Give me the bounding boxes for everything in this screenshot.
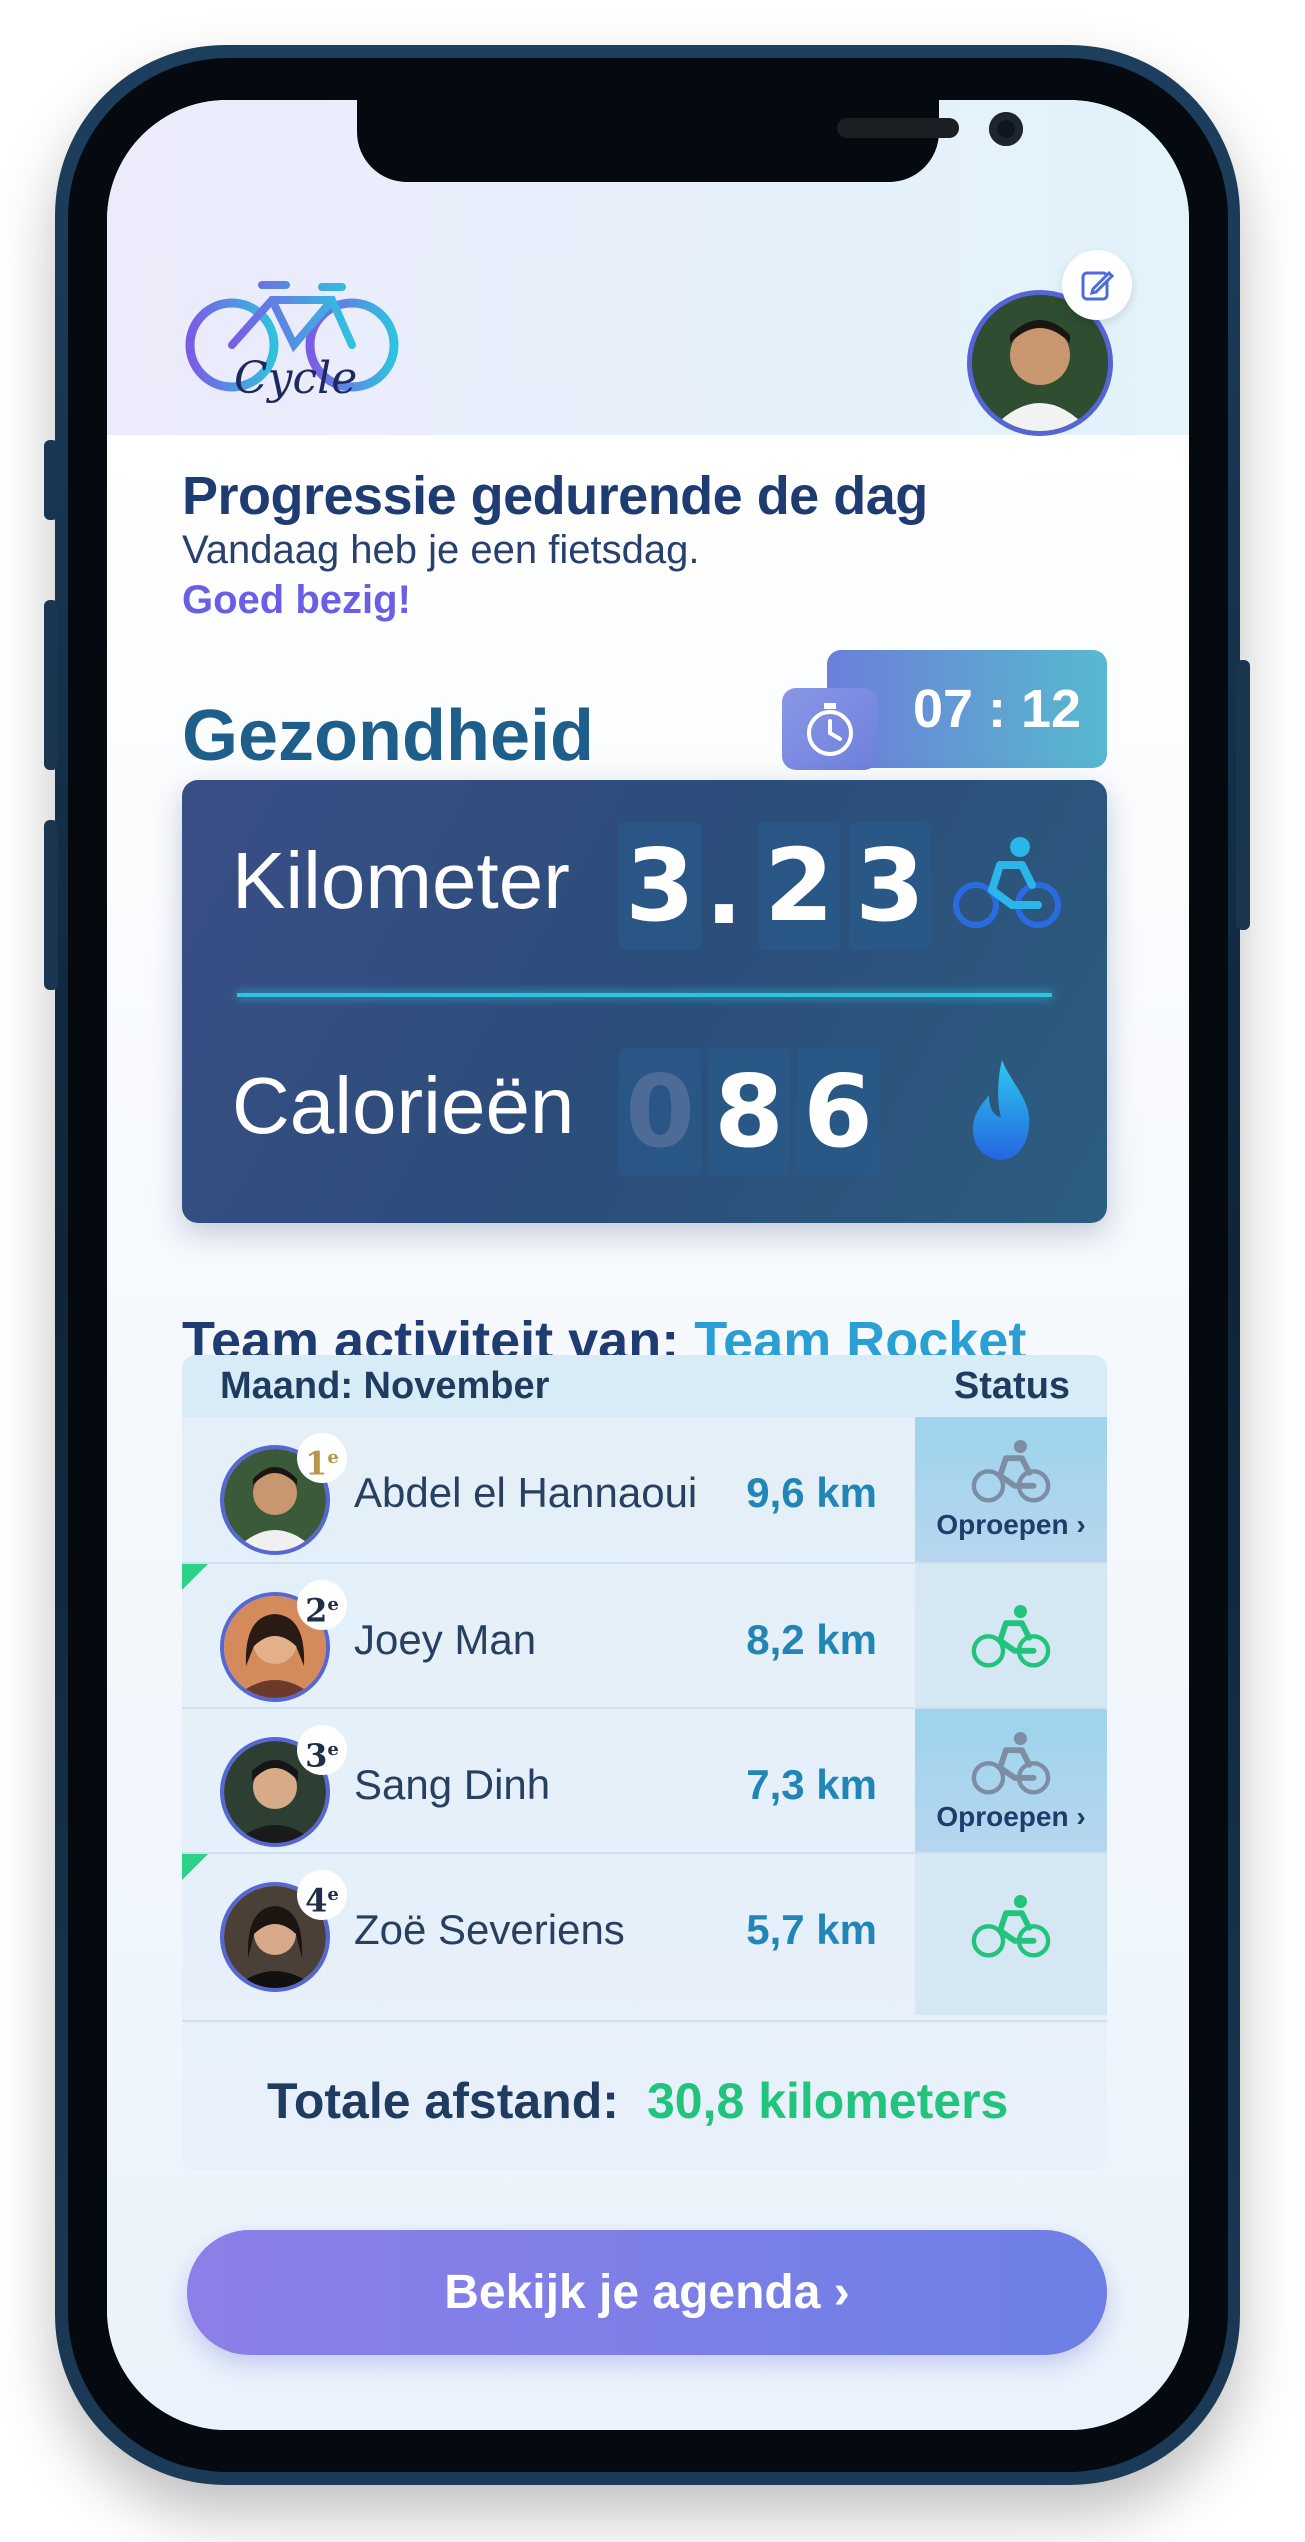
call-button[interactable]: Oproepen ›	[915, 1709, 1107, 1854]
bicycle-logo-icon: Cycle	[185, 281, 399, 404]
call-label: Oproepen ›	[936, 1800, 1086, 1832]
status-header: Status	[953, 1365, 1071, 1407]
new-indicator	[182, 1564, 208, 1590]
cyclist-inactive-icon	[971, 1731, 1051, 1795]
stopwatch-icon	[807, 703, 853, 756]
table-row[interactable]: 3e Sang Dinh 7,3 km Oproepen ›	[182, 1707, 1107, 1854]
table-row[interactable]: 4e Zoë Severiens 5,7 km	[182, 1852, 1107, 1999]
timer-value: 07 : 12	[912, 679, 1082, 739]
volume-down-button	[44, 820, 58, 990]
edit-icon	[1081, 270, 1115, 301]
rank-badge: 3e	[297, 1725, 347, 1775]
praise-text: Goed bezig!	[182, 578, 411, 622]
agenda-button-label: Bekijk je agenda	[444, 2266, 821, 2319]
cyclist-inactive-icon	[971, 1439, 1051, 1503]
stopwatch-button[interactable]	[782, 688, 878, 770]
app-screen: Cycle Progressie gedurende de dag Vandaa…	[107, 100, 1189, 2430]
member-distance: 7,3 km	[746, 1761, 877, 1808]
kilometer-decimal-point: .	[705, 830, 743, 947]
progress-subtitle: Vandaag heb je een fietsdag.	[182, 528, 700, 572]
agenda-button[interactable]: Bekijk je agenda ›	[187, 2230, 1107, 2355]
rank-badge: 1e	[297, 1433, 347, 1483]
cycle-logo[interactable]: Cycle	[182, 265, 402, 415]
mute-switch	[44, 440, 58, 520]
rank-badge: 2e	[297, 1580, 347, 1630]
total-label: Totale afstand:	[267, 2073, 619, 2129]
front-camera	[989, 112, 1023, 146]
member-name: Sang Dinh	[354, 1761, 551, 1808]
member-distance: 8,2 km	[746, 1616, 877, 1663]
new-indicator	[182, 1854, 208, 1880]
total-row: Totale afstand: 30,8 kilometers	[182, 2020, 1107, 2170]
call-button[interactable]: Oproepen ›	[915, 1417, 1107, 1562]
kilometer-label: Kilometer	[232, 836, 570, 925]
health-title: Gezondheid	[182, 696, 594, 776]
cyclist-active-icon	[971, 1604, 1051, 1668]
status-active	[915, 1854, 1107, 1999]
svg-text:Cycle: Cycle	[234, 353, 357, 404]
progress-title: Progressie gedurende de dag	[182, 466, 928, 526]
status-active	[915, 1564, 1107, 1709]
calories-digit: 8	[708, 1048, 790, 1176]
kilometer-digit: 3	[849, 822, 931, 950]
health-card: Kilometer 3 . 2 3 Calorieën 0 8 6	[182, 780, 1107, 1223]
member-name: Joey Man	[354, 1616, 537, 1663]
table-header: Maand: November Status	[182, 1355, 1107, 1417]
kilometer-digit: 2	[758, 822, 840, 950]
metric-divider	[237, 993, 1052, 997]
table-row[interactable]: 1e Abdel el Hannaoui 9,6 km Oproepen ›	[182, 1417, 1107, 1562]
volume-up-button	[44, 600, 58, 770]
phone-notch	[357, 100, 1023, 182]
calories-label: Calorieën	[232, 1061, 575, 1150]
call-label: Oproepen ›	[936, 1508, 1086, 1540]
member-name: Abdel el Hannaoui	[354, 1469, 698, 1516]
cyclist-icon	[953, 837, 1061, 928]
total-value: 30,8 kilometers	[647, 2073, 1009, 2129]
table-row[interactable]: 2e Joey Man 8,2 km	[182, 1562, 1107, 1709]
cyclist-active-icon	[971, 1894, 1051, 1958]
flame-icon	[973, 1060, 1030, 1160]
rank-badge: 4e	[297, 1870, 347, 1920]
team-table: Maand: November Status 1e Abdel el Hanna…	[182, 1355, 1107, 2170]
power-button	[1236, 660, 1250, 930]
kilometer-digit: 3	[619, 822, 701, 950]
member-distance: 9,6 km	[746, 1469, 877, 1516]
calories-digit: 0	[619, 1048, 701, 1176]
edit-profile-button[interactable]	[1062, 250, 1132, 320]
speaker-grille	[837, 118, 959, 138]
month-header: Maand: November	[220, 1365, 550, 1407]
member-name: Zoë Severiens	[354, 1906, 625, 1953]
calories-digit: 6	[797, 1048, 879, 1176]
member-distance: 5,7 km	[746, 1906, 877, 1953]
